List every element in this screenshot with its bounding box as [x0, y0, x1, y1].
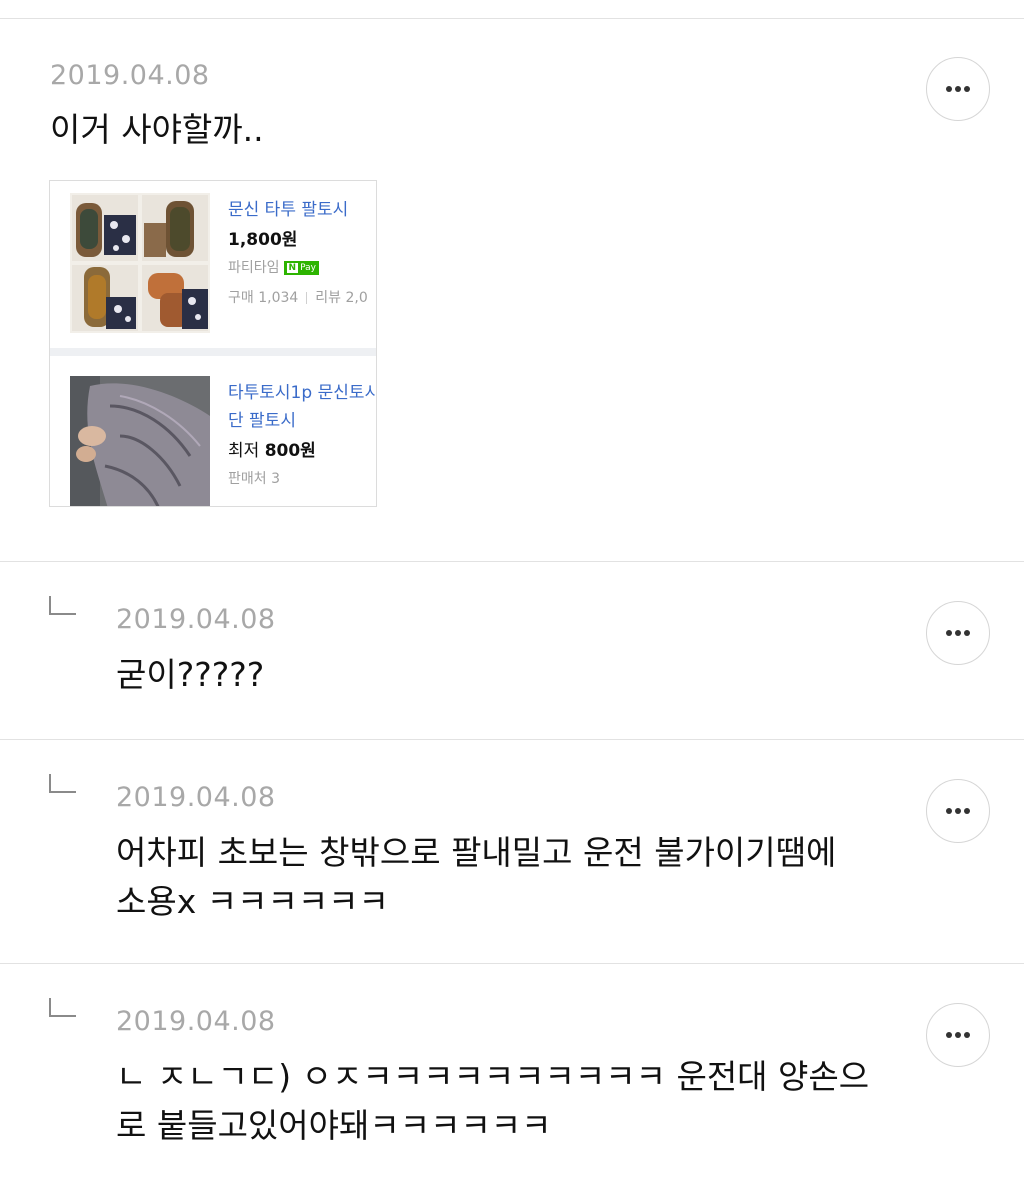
post-text: 이거 사야할까.. [50, 110, 264, 149]
npay-label: Pay [300, 263, 316, 273]
more-horizontal-icon [946, 86, 970, 92]
card-separator [50, 348, 376, 356]
seller-count: 판매처 3 [228, 471, 280, 487]
npay-badge: N Pay [283, 261, 319, 275]
post-divider [0, 561, 1024, 562]
price-value: 800원 [264, 441, 316, 461]
product-title[interactable]: 문신 타투 팔토시 [228, 195, 348, 220]
reply-text: 굳이????? [116, 655, 265, 694]
reply-arrow-icon [49, 596, 76, 615]
more-horizontal-icon [946, 630, 970, 636]
stats-row: 구매 1,034 리뷰 2,0 [228, 287, 368, 307]
product-price: 1,800원 [228, 225, 297, 250]
post-divider [0, 963, 1024, 964]
product-price: 최저 800원 [228, 436, 316, 461]
more-horizontal-icon [946, 1032, 970, 1038]
reply-date: 2019.04.08 [116, 782, 276, 813]
reply-arrow-icon [49, 998, 76, 1017]
reply-arrow-icon [49, 774, 76, 793]
product-thumbnail [70, 193, 210, 333]
product-item-2[interactable]: 타투토시1p 문신토시 단 팔토시 최저 800원 판매처 3 [50, 356, 376, 506]
more-options-button[interactable] [926, 601, 990, 665]
reply-text-line1: ㄴ ㅈㄴㄱㄷ) ㅇㅈㅋㅋㅋㅋㅋㅋㅋㅋㅋㅋ 운전대 양손으 [116, 1057, 870, 1096]
product-title-line2[interactable]: 단 팔토시 [228, 406, 296, 431]
purchase-count: 구매 1,034 [228, 290, 299, 306]
reply-text-line1: 어차피 초보는 창밖으로 팔내밀고 운전 불가이기땜에 [116, 833, 837, 872]
reply-date: 2019.04.08 [116, 604, 276, 635]
npay-n-icon: N [286, 263, 299, 273]
price-prefix: 최저 [228, 441, 260, 461]
more-horizontal-icon [946, 808, 970, 814]
reply-text-line2: 소용x ㅋㅋㅋㅋㅋㅋ [116, 882, 389, 921]
more-options-button[interactable] [926, 1003, 990, 1067]
product-thumbnail [70, 376, 210, 506]
more-options-button[interactable] [926, 779, 990, 843]
post-divider [0, 739, 1024, 740]
price-value: 1,800원 [228, 230, 298, 250]
top-divider [0, 18, 1024, 19]
reply-date: 2019.04.08 [116, 1006, 276, 1037]
product-item-1[interactable]: 문신 타투 팔토시 1,800원 파티타임 N Pay 구매 1,034 리뷰 2,0 [50, 181, 376, 348]
seller-row: 파티타임 N Pay [228, 257, 319, 277]
seller-name: 파티타임 [228, 260, 280, 276]
reply-text-line2: 로 붙들고있어야돼ㅋㅋㅋㅋㅋㅋ [116, 1106, 552, 1145]
shopping-card: 문신 타투 팔토시 1,800원 파티타임 N Pay 구매 1,034 리뷰 2,0… [49, 180, 377, 507]
more-options-button[interactable] [926, 57, 990, 121]
review-count: 리뷰 2,0 [315, 290, 368, 306]
meta-divider [306, 292, 308, 304]
post-date: 2019.04.08 [50, 60, 210, 91]
product-title-line1[interactable]: 타투토시1p 문신토시 [228, 378, 376, 403]
